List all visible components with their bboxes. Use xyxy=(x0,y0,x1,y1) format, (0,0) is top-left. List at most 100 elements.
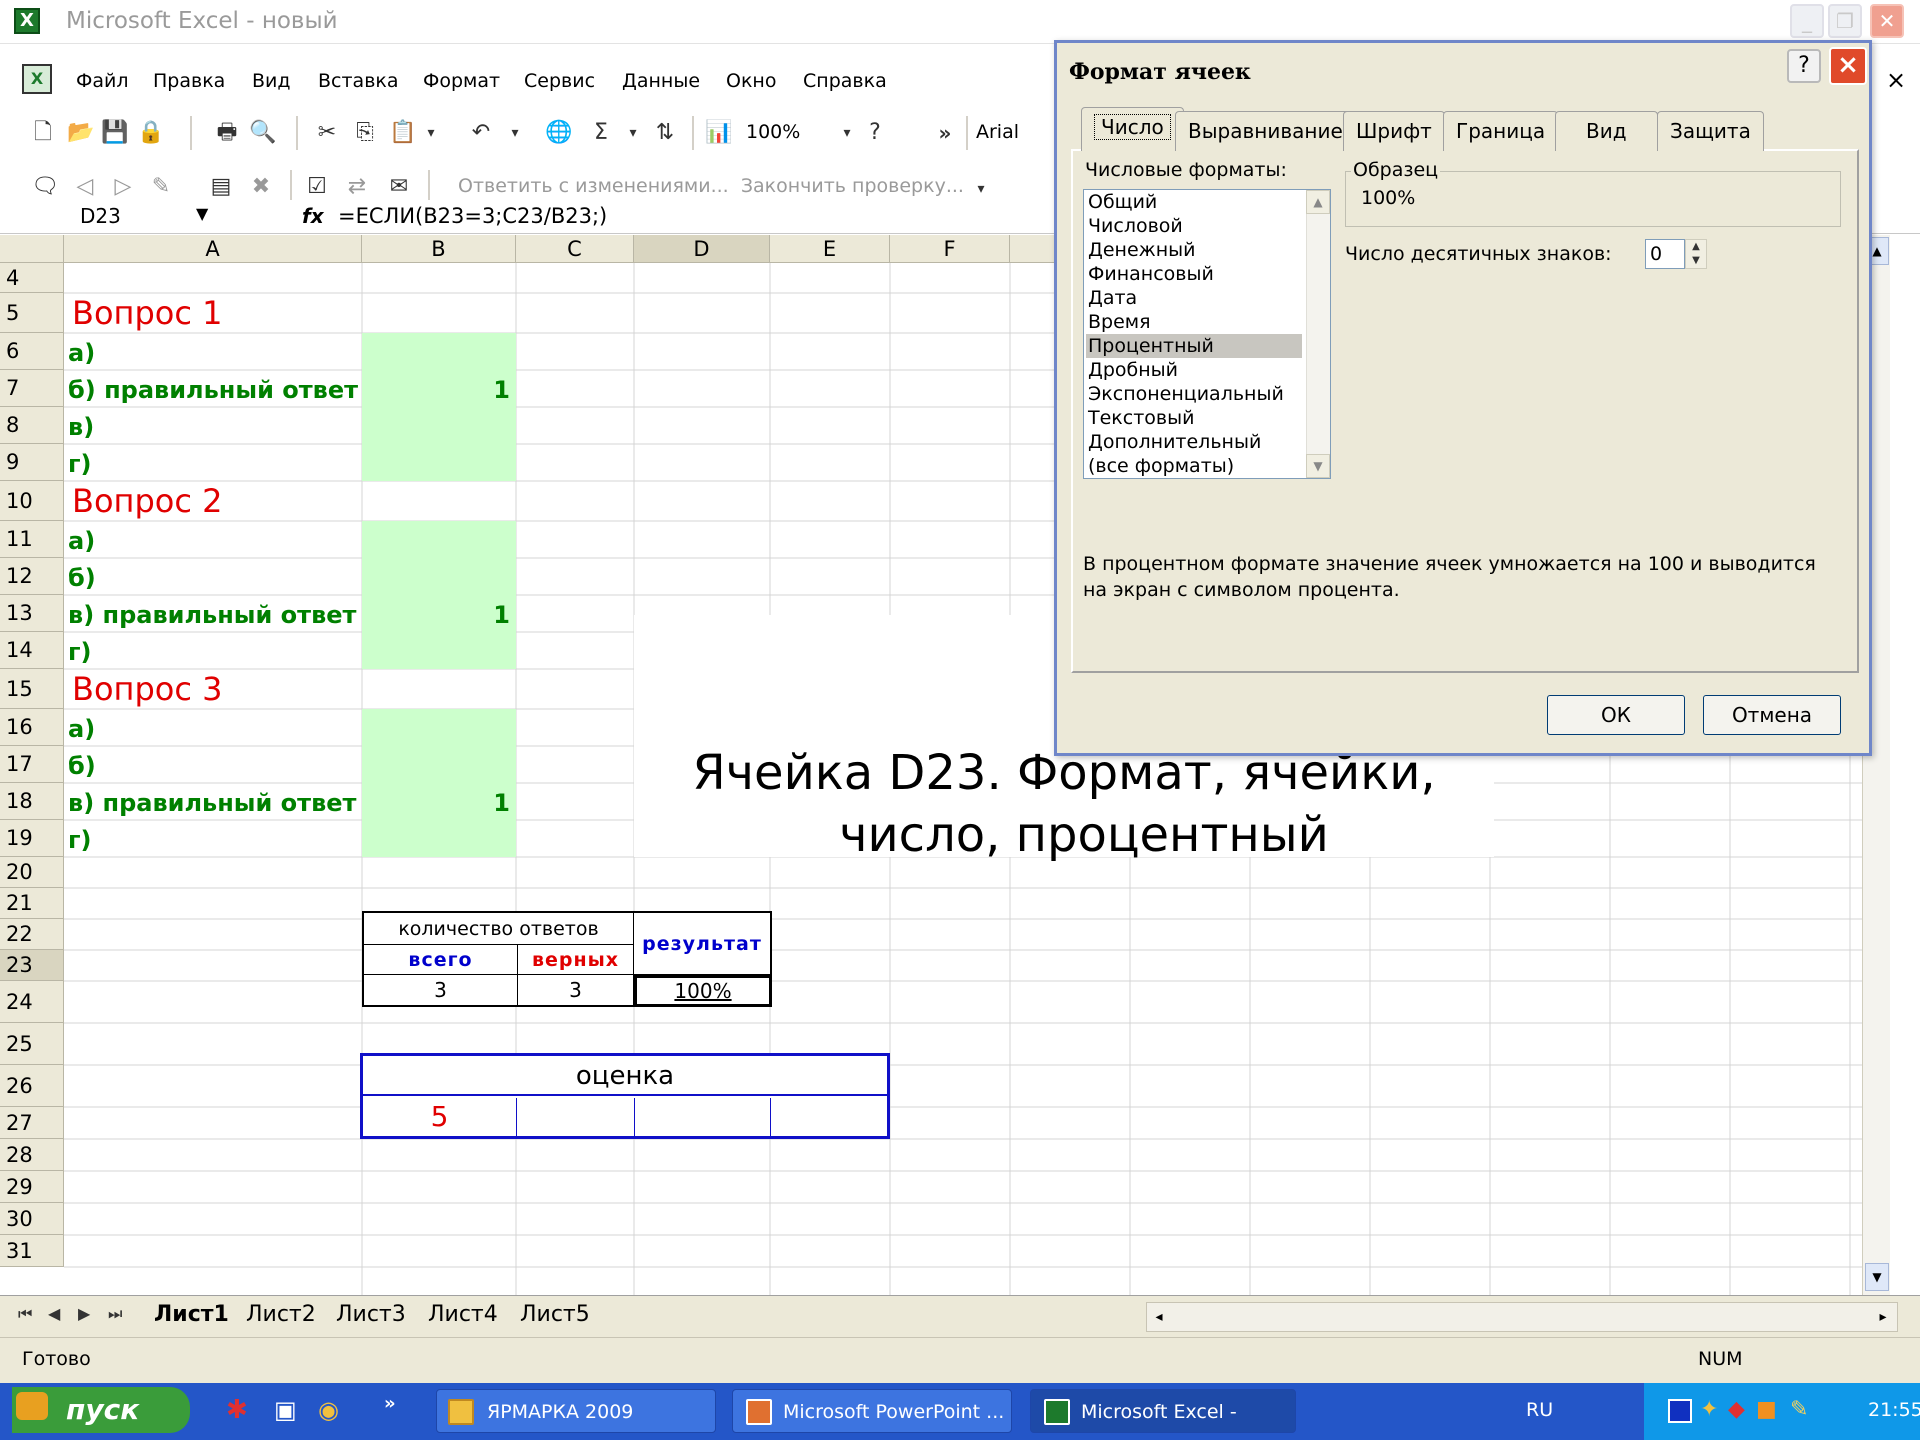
sheet-tab-4[interactable]: Лист4 xyxy=(428,1300,498,1330)
answer-v-correct[interactable]: в) правильный ответ xyxy=(68,601,356,629)
previous-comment-icon[interactable]: ◁ xyxy=(70,172,100,202)
autosum-icon[interactable]: Σ xyxy=(586,118,616,148)
row-header-19[interactable]: 19 xyxy=(0,820,64,857)
row-header-23[interactable]: 23 xyxy=(0,950,64,981)
permission-icon[interactable]: 🔒 xyxy=(136,118,166,148)
name-box-dropdown-icon[interactable]: ▼ xyxy=(196,204,208,223)
question-1-label[interactable]: Вопрос 1 xyxy=(72,293,222,333)
result-value-active-cell[interactable]: 100% xyxy=(634,975,772,1007)
format-date[interactable]: Дата xyxy=(1086,286,1302,310)
format-fraction[interactable]: Дробный xyxy=(1086,358,1302,382)
format-accounting[interactable]: Финансовый xyxy=(1086,262,1302,286)
menu-view[interactable]: Вид xyxy=(252,68,291,94)
row-header-4[interactable]: 4 xyxy=(0,263,64,293)
paste-dropdown-icon[interactable]: ▾ xyxy=(416,118,446,148)
formats-scroll-down-icon[interactable]: ▼ xyxy=(1306,454,1330,478)
minimize-button[interactable]: _ xyxy=(1790,4,1824,38)
new-comment-icon[interactable]: 🗨 xyxy=(30,172,60,202)
correct-flag-q1[interactable]: 1 xyxy=(362,376,510,404)
row-header-16[interactable]: 16 xyxy=(0,709,64,746)
menu-data[interactable]: Данные xyxy=(622,68,700,94)
first-sheet-icon[interactable]: ⏮ xyxy=(18,1304,32,1324)
formats-scroll-up-icon[interactable]: ▲ xyxy=(1306,190,1330,214)
row-header-6[interactable]: 6 xyxy=(0,333,64,370)
decimal-places-input[interactable]: 0 xyxy=(1645,239,1685,269)
decimal-places-spinner-icon[interactable]: ▲ ▼ xyxy=(1685,239,1707,269)
font-name-select[interactable]: Arial xyxy=(976,116,1019,148)
edit-comment-icon[interactable]: ✎ xyxy=(146,172,176,202)
grade-header[interactable]: оценка xyxy=(363,1056,887,1096)
tray-acrobat-icon[interactable]: ◆ xyxy=(1728,1397,1745,1422)
menu-file[interactable]: Файл xyxy=(76,68,129,94)
answer-b-correct[interactable]: б) правильный ответ xyxy=(68,376,358,404)
task-powerpoint[interactable]: Microsoft PowerPoint ... xyxy=(732,1389,1012,1433)
workbook-close-icon[interactable]: × xyxy=(1886,66,1906,94)
scroll-down-icon[interactable]: ▼ xyxy=(1865,1263,1889,1291)
menu-window[interactable]: Окно xyxy=(726,68,776,94)
track-changes-icon[interactable]: ☑ xyxy=(302,172,332,202)
toolbar-more-chevron[interactable]: » xyxy=(930,118,960,148)
undo-icon[interactable]: ↶ xyxy=(466,118,496,148)
save-icon[interactable]: 💾 xyxy=(100,118,130,148)
grade-cell[interactable] xyxy=(635,1098,771,1136)
row-header-12[interactable]: 12 xyxy=(0,558,64,595)
tab-number[interactable]: Число xyxy=(1081,107,1184,151)
next-sheet-icon[interactable]: ▶ xyxy=(78,1304,90,1323)
format-scientific[interactable]: Экспоненциальный xyxy=(1086,382,1302,406)
tab-font[interactable]: Шрифт xyxy=(1343,111,1445,151)
horizontal-scrollbar[interactable]: ◂ ▸ xyxy=(1146,1302,1898,1332)
restore-button[interactable]: ❐ xyxy=(1828,4,1862,38)
answer-g[interactable]: г) xyxy=(68,638,92,666)
insert-function-icon[interactable]: fx xyxy=(302,202,324,230)
correct-value[interactable]: 3 xyxy=(518,975,634,1005)
workbook-icon[interactable]: X xyxy=(22,64,52,94)
help-icon[interactable]: ? xyxy=(860,118,890,148)
row-header-14[interactable]: 14 xyxy=(0,632,64,669)
menu-edit[interactable]: Правка xyxy=(153,68,225,94)
menu-insert[interactable]: Вставка xyxy=(318,68,399,94)
correct-flag-q3[interactable]: 1 xyxy=(362,789,510,817)
tray-utility-icon[interactable]: ✎ xyxy=(1790,1397,1808,1422)
correct-flag-q2[interactable]: 1 xyxy=(362,601,510,629)
sheet-tab-5[interactable]: Лист5 xyxy=(520,1300,590,1330)
total-value[interactable]: 3 xyxy=(364,975,518,1005)
send-to-icon[interactable]: ✉ xyxy=(384,172,414,202)
cut-icon[interactable]: ✂ xyxy=(312,118,342,148)
menu-format[interactable]: Формат xyxy=(423,68,500,94)
sort-ascending-icon[interactable]: ⇅ xyxy=(650,118,680,148)
tab-border[interactable]: Граница xyxy=(1443,111,1559,151)
dialog-help-button[interactable]: ? xyxy=(1787,49,1821,83)
answer-a[interactable]: а) xyxy=(68,715,95,743)
autosum-dropdown-icon[interactable]: ▾ xyxy=(618,118,648,148)
new-doc-icon[interactable]: 🗋 xyxy=(28,118,58,148)
row-header-8[interactable]: 8 xyxy=(0,407,64,444)
answer-a[interactable]: а) xyxy=(68,339,95,367)
formula-input[interactable]: =ЕСЛИ(B23=3;C23/B23;) xyxy=(338,202,607,230)
question-3-label[interactable]: Вопрос 3 xyxy=(72,669,222,709)
row-header-10[interactable]: 10 xyxy=(0,481,64,521)
row-header-18[interactable]: 18 xyxy=(0,783,64,820)
print-icon[interactable]: 🖶 xyxy=(212,118,242,148)
window-close-button[interactable]: ✕ xyxy=(1870,4,1904,38)
update-file-icon[interactable]: ⇄ xyxy=(342,172,372,202)
zoom-dropdown-icon[interactable]: ▾ xyxy=(832,118,862,148)
tray-network-icon[interactable]: ✦ xyxy=(1700,1397,1718,1422)
sheet-tab-1[interactable]: Лист1 xyxy=(154,1300,229,1330)
hyperlink-icon[interactable]: 🌐 xyxy=(544,118,574,148)
row-header-24[interactable]: 24 xyxy=(0,981,64,1023)
row-header-7[interactable]: 7 xyxy=(0,370,64,407)
clock[interactable]: 21:55 xyxy=(1868,1399,1920,1421)
tab-alignment[interactable]: Выравнивание xyxy=(1175,111,1356,151)
answer-g[interactable]: г) xyxy=(68,450,92,478)
answer-b[interactable]: б) xyxy=(68,564,96,592)
scroll-left-icon[interactable]: ◂ xyxy=(1147,1303,1171,1331)
cancel-button[interactable]: Отмена xyxy=(1703,695,1841,735)
undo-dropdown-icon[interactable]: ▾ xyxy=(500,118,530,148)
print-preview-icon[interactable]: 🔍 xyxy=(248,118,278,148)
format-text[interactable]: Текстовый xyxy=(1086,406,1302,430)
row-header-21[interactable]: 21 xyxy=(0,888,64,919)
tab-patterns[interactable]: Вид xyxy=(1555,111,1658,151)
name-box[interactable]: D23 xyxy=(80,202,121,230)
open-folder-icon[interactable]: 📂 xyxy=(66,118,96,148)
row-header-15[interactable]: 15 xyxy=(0,669,64,709)
